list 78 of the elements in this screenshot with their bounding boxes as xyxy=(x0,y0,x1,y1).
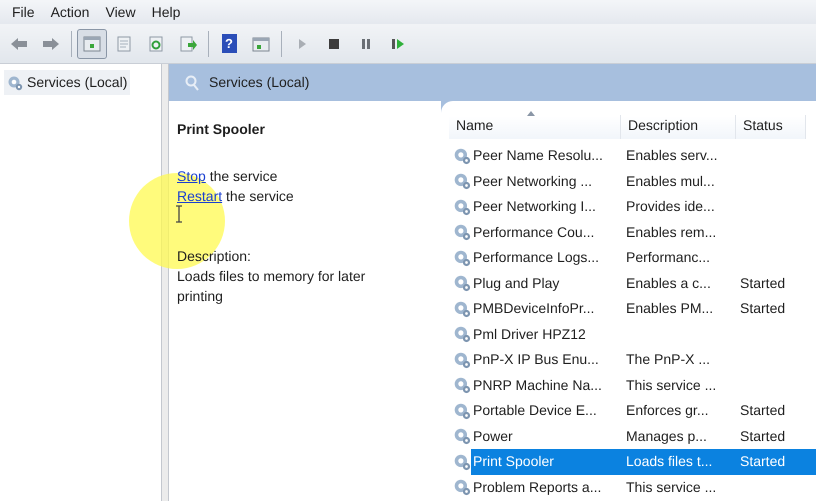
table-cell: Performanc... xyxy=(626,249,710,266)
table-cell: Print Spooler xyxy=(473,453,554,470)
table-row[interactable]: Pml Driver HPZ12 xyxy=(471,322,816,347)
table-cell: Plug and Play xyxy=(473,274,560,291)
table-cell: Peer Name Resolu... xyxy=(473,147,603,164)
table-cell: Performance Logs... xyxy=(473,249,600,266)
table-cell: Enables a c... xyxy=(626,274,711,291)
table-cell: Started xyxy=(740,402,786,418)
table-cell: Enables mul... xyxy=(626,172,715,189)
gear-icon xyxy=(453,274,471,292)
gear-icon xyxy=(453,300,471,318)
window-pane-icon xyxy=(82,34,102,54)
table-cell: PMBDeviceInfoPr... xyxy=(473,300,594,316)
menu-item[interactable]: View xyxy=(97,2,144,22)
table-cell: Peer Networking I... xyxy=(473,198,596,214)
gear-icon xyxy=(453,198,471,216)
service-title: Print Spooler xyxy=(177,120,266,139)
menu-item[interactable]: File xyxy=(4,2,43,22)
table-row[interactable]: Peer Networking ... Enables mul... xyxy=(471,168,816,194)
table-row[interactable]: Peer Name Resolu... Enables serv... xyxy=(471,143,816,168)
table-cell: Peer Networking ... xyxy=(473,172,592,189)
table-cell: Enables serv... xyxy=(626,147,718,164)
help-icon: ? xyxy=(222,34,236,53)
table-row[interactable]: Peer Networking I... Provides ide... xyxy=(471,194,816,220)
gear-icon xyxy=(453,223,471,242)
table-cell: Started xyxy=(740,300,786,316)
table-row[interactable]: PMBDeviceInfoPr... Enables PM... Started xyxy=(471,296,816,322)
table-cell: This service ... xyxy=(626,478,716,495)
table-cell: Loads files t... xyxy=(626,453,712,470)
gear-icon xyxy=(453,248,471,267)
table-row[interactable]: PNRP Machine Na... This service ... xyxy=(471,372,816,398)
table-cell: Started xyxy=(740,274,786,291)
table-cell: The PnP-X ... xyxy=(626,351,710,368)
table-cell: Pml Driver HPZ12 xyxy=(473,326,586,342)
pane-title: Services (Local) xyxy=(209,73,310,92)
gear-icon xyxy=(453,427,471,446)
export-list-icon xyxy=(178,34,198,54)
gear-icon xyxy=(453,478,471,496)
table-cell: Enforces gr... xyxy=(626,402,708,418)
table-cell: Manages p... xyxy=(626,428,707,444)
gear-icon xyxy=(453,376,471,394)
table-cell: Portable Device E... xyxy=(473,402,597,418)
table-cell: Started xyxy=(740,428,786,444)
table-row[interactable]: Problem Reports a... This service ... xyxy=(471,474,816,500)
sort-arrow-icon xyxy=(527,111,535,116)
gear-icon xyxy=(453,172,471,190)
table-row[interactable]: Performance Cou... Enables rem... xyxy=(471,220,816,245)
table-row[interactable]: PnP-X IP Bus Enu... The PnP-X ... xyxy=(471,347,816,372)
gear-icon xyxy=(453,452,471,471)
gear-icon xyxy=(453,350,471,369)
table-cell: This service ... xyxy=(626,376,716,393)
table-cell: Power xyxy=(473,428,513,444)
column-header[interactable]: Status xyxy=(736,115,806,139)
table-cell: Problem Reports a... xyxy=(473,478,602,495)
table-row[interactable]: Performance Logs... Performanc... xyxy=(471,245,816,270)
gear-icon xyxy=(7,74,23,90)
menu-item[interactable]: Action xyxy=(42,2,98,22)
table-cell: Provides ide... xyxy=(626,198,715,214)
toolbar-button[interactable]: ? xyxy=(214,28,244,58)
gear-icon xyxy=(453,325,471,344)
table-cell: Enables PM... xyxy=(626,300,714,316)
description-text: Loads files to memory for later printing xyxy=(177,267,366,306)
gear-icon xyxy=(453,402,471,420)
tree-item[interactable]: Services (Local) xyxy=(4,70,130,95)
table-row[interactable]: Power Manages p... Started xyxy=(471,424,816,449)
table-cell: PNRP Machine Na... xyxy=(473,376,602,393)
table-cell: Performance Cou... xyxy=(473,224,594,240)
table-cell: Enables rem... xyxy=(626,224,716,240)
table-cell: Started xyxy=(740,453,786,470)
table-row[interactable]: Plug and Play Enables a c... Started xyxy=(471,270,816,296)
search-icon xyxy=(185,74,199,90)
menu-item[interactable]: Help xyxy=(144,2,188,22)
text-cursor-icon xyxy=(175,205,183,223)
column-header[interactable]: Description xyxy=(621,115,736,139)
table-row[interactable]: Print Spooler Loads files t... Started xyxy=(471,449,816,474)
table-row[interactable]: Portable Device E... Enforces gr... Started xyxy=(471,398,816,424)
table-cell: PnP-X IP Bus Enu... xyxy=(473,351,599,368)
gear-icon xyxy=(453,146,471,165)
